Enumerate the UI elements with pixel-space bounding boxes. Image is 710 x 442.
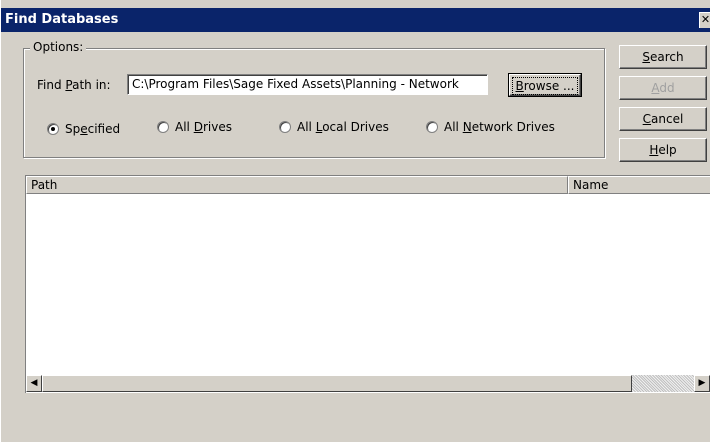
radio-unchecked-icon bbox=[157, 121, 169, 133]
radio-all-network-drives-label: All Network Drives bbox=[444, 120, 555, 134]
browse-button[interactable]: Browse ... bbox=[508, 73, 582, 97]
add-label: Add bbox=[651, 81, 675, 95]
scroll-right-icon[interactable]: ▶ bbox=[694, 375, 710, 392]
title-bar: Find Databases ✕ bbox=[1, 8, 710, 32]
radio-specified-label: Specified bbox=[65, 122, 121, 136]
cancel-label: Cancel bbox=[642, 112, 684, 126]
radio-all-network-drives[interactable]: All Network Drives bbox=[426, 120, 555, 134]
find-path-label: Find Path in: bbox=[37, 78, 111, 92]
find-path-input[interactable]: C:\Program Files\Sage Fixed Assets\Plann… bbox=[127, 74, 488, 95]
help-label: Help bbox=[649, 143, 677, 157]
horizontal-scrollbar[interactable]: ◀ ▶ bbox=[26, 375, 710, 392]
add-button[interactable]: Add bbox=[619, 76, 707, 100]
cancel-button[interactable]: Cancel bbox=[619, 107, 707, 131]
radio-all-drives[interactable]: All Drives bbox=[157, 120, 232, 134]
search-button[interactable]: Search bbox=[619, 45, 707, 69]
database-list[interactable]: Path Name ◀ ▶ bbox=[25, 175, 710, 393]
column-header-name[interactable]: Name bbox=[568, 176, 710, 194]
help-button[interactable]: Help bbox=[619, 138, 707, 162]
radio-checked-icon bbox=[47, 123, 59, 135]
radio-all-drives-label: All Drives bbox=[175, 120, 232, 134]
close-icon[interactable]: ✕ bbox=[699, 12, 710, 28]
radio-unchecked-icon bbox=[426, 121, 438, 133]
search-label: Search bbox=[642, 50, 684, 64]
window-title: Find Databases bbox=[5, 12, 119, 27]
browse-label: Browse ... bbox=[511, 77, 579, 95]
radio-all-local-drives[interactable]: All Local Drives bbox=[279, 120, 389, 134]
options-legend: Options: bbox=[30, 40, 87, 54]
column-header-path[interactable]: Path bbox=[26, 176, 568, 194]
scroll-track[interactable] bbox=[632, 375, 694, 392]
radio-all-local-drives-label: All Local Drives bbox=[297, 120, 389, 134]
scroll-thumb[interactable] bbox=[42, 375, 632, 392]
options-groupbox: Options: bbox=[23, 40, 605, 158]
radio-unchecked-icon bbox=[279, 121, 291, 133]
find-databases-dialog: Find Databases ✕ Options: Find Path in: … bbox=[0, 0, 710, 442]
radio-specified[interactable]: Specified bbox=[47, 122, 120, 136]
scroll-left-icon[interactable]: ◀ bbox=[26, 375, 42, 392]
